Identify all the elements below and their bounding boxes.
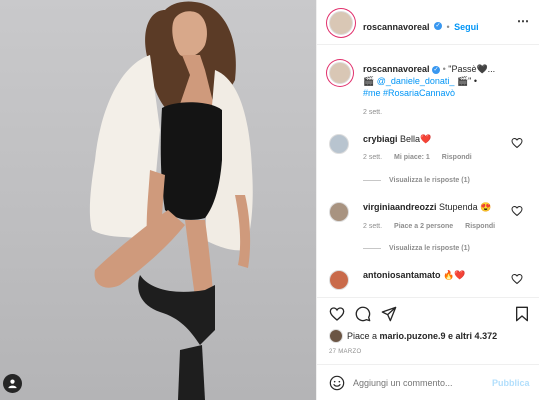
comment-avatar[interactable]: [329, 134, 349, 154]
like-comment-icon[interactable]: [511, 137, 523, 149]
action-bar: [317, 297, 539, 328]
clapper-icon: 🎬: [456, 76, 469, 86]
reply-button[interactable]: Rispondi: [465, 223, 495, 230]
verified-icon: ✓: [434, 21, 442, 30]
author-avatar[interactable]: [329, 11, 353, 35]
more-options-icon[interactable]: ⋯: [517, 14, 530, 28]
liker-username[interactable]: mario.puzone.9: [380, 331, 446, 341]
post-side-panel: roscannavoreal ✓ • Segui ⋯ roscannavorea…: [316, 0, 539, 400]
caption-hashtags[interactable]: #me #RosariaCannavò: [363, 88, 455, 98]
caption-username[interactable]: roscannavoreal: [363, 64, 430, 74]
reply-button[interactable]: Rispondi: [442, 154, 472, 161]
caption-text: "Passè🖤...: [448, 64, 496, 74]
caption-avatar[interactable]: [329, 62, 351, 84]
comment-text: Stupenda 😍: [439, 202, 492, 212]
comment-meta: 2 sett. Mi piace: 1 Rispondi: [363, 154, 472, 161]
comment-meta: 2 sett. Piace a 2 persone Rispondi: [363, 223, 495, 230]
view-replies-label: Visualizza le risposte (1): [389, 245, 470, 252]
post-header: roscannavoreal ✓ • Segui ⋯: [317, 0, 539, 45]
save-icon[interactable]: [515, 306, 529, 322]
comment-body: antoniosantamato 🔥❤️: [363, 270, 465, 281]
reply-line: [363, 247, 381, 249]
post-photo[interactable]: [0, 0, 316, 400]
follow-button[interactable]: Segui: [454, 22, 479, 32]
emoji-icon[interactable]: [329, 375, 345, 391]
post-date: 27 MARZO: [329, 349, 362, 355]
reply-line: [363, 179, 381, 181]
tagged-user-icon[interactable]: [3, 374, 22, 393]
view-replies-label: Visualizza le risposte (1): [389, 177, 470, 184]
likes-suffix[interactable]: e altri 4.372: [446, 331, 497, 341]
view-replies-button[interactable]: Visualizza le risposte (1): [363, 177, 470, 184]
dot-separator: •: [442, 64, 446, 74]
like-icon[interactable]: [329, 306, 345, 322]
like-comment-icon[interactable]: [511, 205, 523, 217]
view-replies-button[interactable]: Visualizza le risposte (1): [363, 245, 470, 252]
likes-summary[interactable]: Piace a mario.puzone.9 e altri 4.372: [347, 331, 497, 341]
publish-button[interactable]: Pubblica: [492, 378, 530, 388]
dot-separator: •: [446, 22, 450, 32]
clapper-icon: 🎬: [363, 76, 375, 86]
comment-time: 2 sett.: [363, 223, 383, 230]
add-comment-bar: Pubblica: [317, 364, 539, 401]
caption-time: 2 sett.: [363, 109, 383, 116]
verified-icon: ✓: [432, 65, 441, 74]
caption: roscannavoreal ✓ • "Passè🖤... 🎬 @_daniel…: [363, 64, 496, 98]
comment-icon[interactable]: [355, 306, 371, 322]
header-user-line: roscannavoreal ✓ • Segui: [363, 17, 479, 35]
likes-prefix: Piace a: [347, 331, 380, 341]
photo-illustration: [89, 1, 253, 400]
comment-username[interactable]: antoniosantamato: [363, 270, 441, 280]
comment-likes[interactable]: Piace a 2 persone: [394, 223, 453, 230]
comment-avatar[interactable]: [329, 202, 349, 222]
author-username[interactable]: roscannavoreal: [363, 22, 430, 32]
comment-avatar[interactable]: [329, 270, 349, 290]
liker-avatar[interactable]: [329, 329, 343, 343]
comment-text: Bella❤️: [400, 134, 432, 144]
comment-time: 2 sett.: [363, 154, 383, 161]
comment-text: 🔥❤️: [443, 270, 466, 280]
comment-body: crybiagi Bella❤️: [363, 134, 431, 145]
caption-mention[interactable]: @_daniele_donati_: [377, 76, 455, 86]
comment-likes[interactable]: Mi piace: 1: [394, 154, 430, 161]
comment-body: virginiaandreozzi Stupenda 😍: [363, 202, 491, 213]
share-icon[interactable]: [381, 306, 397, 322]
like-comment-icon[interactable]: [511, 273, 523, 285]
comment-input[interactable]: [353, 375, 483, 391]
comment-username[interactable]: crybiagi: [363, 134, 398, 144]
comment-username[interactable]: virginiaandreozzi: [363, 202, 437, 212]
